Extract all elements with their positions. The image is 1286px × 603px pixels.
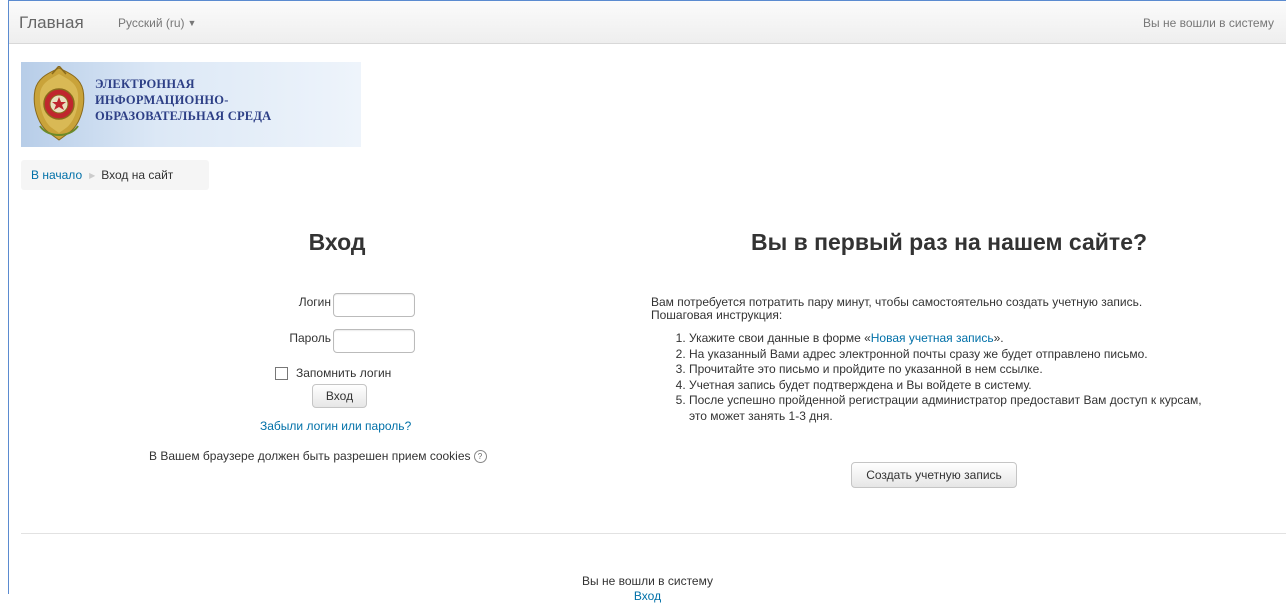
breadcrumb-current: Вход на сайт — [101, 168, 174, 182]
logo-line: ОБРАЗОВАТЕЛЬНАЯ СРЕДА — [95, 109, 272, 123]
language-label: Русский (ru) — [118, 16, 185, 30]
signup-step: Укажите свои данные в форме «Новая учетн… — [689, 331, 1209, 347]
forgot-password-link[interactable]: Забыли логин или пароль? — [260, 419, 411, 433]
username-label: Логин — [298, 295, 331, 309]
create-account-button[interactable]: Создать учетную запись — [851, 462, 1017, 488]
new-account-link[interactable]: Новая учетная запись — [871, 331, 994, 345]
site-logo-banner[interactable]: ЭЛЕКТРОННАЯ ИНФОРМАЦИОННО- ОБРАЗОВАТЕЛЬН… — [21, 62, 361, 147]
signup-step: После успешно пройденной регистрации адм… — [689, 393, 1209, 424]
remember-username-checkbox[interactable] — [275, 367, 288, 380]
username-input[interactable] — [333, 293, 415, 317]
password-input[interactable] — [333, 329, 415, 353]
help-icon[interactable]: ? — [473, 450, 487, 463]
signup-heading: Вы в первый раз на нашем сайте? — [750, 229, 1148, 255]
brand-home-link[interactable]: Главная — [19, 13, 84, 33]
breadcrumb: В начало ▶ Вход на сайт — [21, 160, 209, 190]
cookies-note-text: В Вашем браузере должен быть разрешен пр… — [149, 449, 471, 463]
signup-instructions-label: Пошаговая инструкция: — [651, 308, 783, 322]
signup-step: Учетная запись будет подтверждена и Вы в… — [689, 378, 1209, 394]
footer-divider — [21, 533, 1286, 534]
cookies-note: В Вашем браузере должен быть разрешен пр… — [149, 449, 487, 464]
signup-step: На указанный Вами адрес электронной почт… — [689, 347, 1209, 363]
page-frame: Главная Русский (ru) ▼ Вы не вошли в сист… — [8, 0, 1286, 603]
logo-line: ЭЛЕКТРОННАЯ — [95, 77, 195, 91]
emblem-icon — [33, 66, 85, 141]
remember-username-label[interactable]: Запомнить логин — [296, 366, 391, 380]
signup-intro: Вам потребуется потратить пару минут, чт… — [651, 296, 1142, 322]
login-heading: Вход — [308, 229, 366, 255]
breadcrumb-separator-icon: ▶ — [89, 171, 96, 180]
signup-step-text: Укажите свои данные в форме « — [689, 331, 871, 345]
signup-step-text: ». — [993, 331, 1004, 345]
login-status-text: Вы не вошли в систему — [1142, 16, 1274, 30]
signup-steps-list: Укажите свои данные в форме «Новая учетн… — [669, 331, 1209, 424]
logo-line: ИНФОРМАЦИОННО- — [95, 93, 229, 107]
footer-login-link[interactable]: Вход — [9, 589, 1286, 603]
chevron-down-icon: ▼ — [187, 18, 197, 28]
footer-login-status: Вы не вошли в систему — [581, 574, 713, 588]
login-submit-button[interactable]: Вход — [312, 384, 367, 408]
logo-title: ЭЛЕКТРОННАЯ ИНФОРМАЦИОННО- ОБРАЗОВАТЕЛЬН… — [95, 76, 271, 124]
breadcrumb-home-link[interactable]: В начало — [31, 168, 82, 182]
language-dropdown[interactable]: Русский (ru) ▼ — [118, 16, 196, 30]
top-navbar: Главная Русский (ru) ▼ Вы не вошли в сист… — [9, 1, 1286, 44]
signup-step: Прочитайте это письмо и пройдите по указ… — [689, 362, 1209, 378]
password-label: Пароль — [289, 331, 331, 345]
